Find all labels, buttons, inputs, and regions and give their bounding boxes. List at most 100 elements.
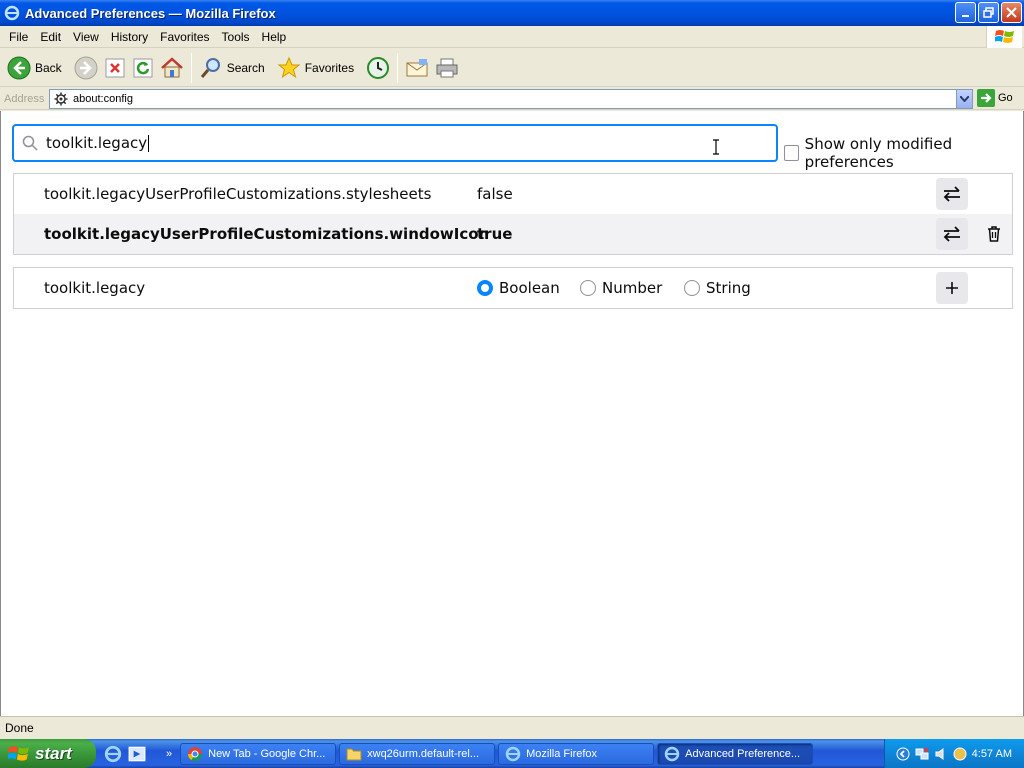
- start-label: start: [35, 743, 72, 763]
- quicklaunch-overflow-icon[interactable]: »: [166, 748, 172, 760]
- add-pref-button[interactable]: [936, 272, 968, 304]
- taskbar-item-label: New Tab - Google Chr...: [208, 747, 326, 760]
- pref-row[interactable]: toolkit.legacyUserProfileCustomizations.…: [14, 214, 1012, 254]
- restore-icon: [983, 7, 994, 18]
- ie-icon: [664, 746, 680, 761]
- menu-tools[interactable]: Tools: [216, 30, 256, 44]
- taskbar-item-active[interactable]: Advanced Preference...: [657, 742, 814, 765]
- pref-name: toolkit.legacyUserProfileCustomizations.…: [44, 225, 490, 243]
- mail-icon: [406, 58, 428, 76]
- refresh-button[interactable]: [129, 51, 157, 85]
- go-label: Go: [998, 92, 1013, 104]
- pref-value[interactable]: false: [477, 185, 513, 203]
- toggle-arrows-icon: [943, 226, 960, 242]
- search-label: Search: [226, 60, 265, 75]
- chevron-down-icon: [960, 96, 969, 102]
- menu-view[interactable]: View: [67, 30, 105, 44]
- minimize-button[interactable]: [955, 2, 976, 23]
- network-icon[interactable]: [915, 746, 929, 761]
- volume-icon[interactable]: [934, 747, 948, 761]
- menu-file[interactable]: File: [3, 30, 34, 44]
- ie-icon: [4, 5, 20, 21]
- taskbar-item-label: Advanced Preference...: [685, 747, 801, 760]
- mail-button[interactable]: [402, 51, 432, 85]
- radio-button[interactable]: [684, 280, 700, 296]
- print-button[interactable]: [432, 51, 462, 85]
- menu-help[interactable]: Help: [256, 30, 293, 44]
- taskbar-item[interactable]: xwq26urm.default-rel...: [339, 742, 496, 765]
- title-bar: Advanced Preferences — Mozilla Firefox: [0, 0, 1024, 26]
- new-pref-row: toolkit.legacy Boolean Number String: [13, 267, 1013, 309]
- status-bar: Done: [0, 716, 1024, 739]
- radio-button[interactable]: [477, 280, 493, 296]
- menu-favorites[interactable]: Favorites: [154, 30, 215, 44]
- reset-button[interactable]: [978, 218, 1010, 250]
- stop-button[interactable]: [101, 51, 129, 85]
- taskbar-item[interactable]: Mozilla Firefox: [498, 742, 655, 765]
- type-radio-string[interactable]: String: [684, 279, 751, 297]
- chrome-icon: [188, 746, 203, 761]
- tray-expand-icon[interactable]: [896, 747, 910, 761]
- address-bar: Address about:config Go: [0, 88, 1024, 110]
- address-url: about:config: [73, 93, 133, 105]
- toggle-button[interactable]: [936, 218, 968, 250]
- taskbar-item[interactable]: New Tab - Google Chr...: [180, 742, 337, 765]
- go-arrow-icon: [977, 89, 995, 107]
- windows-flag-icon: [994, 30, 1014, 43]
- menu-bar: File Edit View History Favorites Tools H…: [0, 26, 1024, 48]
- home-button[interactable]: [157, 51, 187, 85]
- toolbar-separator: [190, 52, 192, 83]
- pref-value[interactable]: true: [477, 225, 512, 243]
- show-modified-label: Show only modified preferences: [804, 135, 953, 171]
- windows-flag-icon: [8, 745, 29, 761]
- system-tray: 4:57 AM: [884, 739, 1024, 768]
- type-radio-boolean[interactable]: Boolean: [477, 279, 560, 297]
- show-modified-toggle[interactable]: Show only modified preferences: [784, 135, 1023, 171]
- taskbar: start » New Tab - Google Chr... xwq26urm…: [0, 739, 1024, 768]
- stop-icon: [105, 58, 125, 77]
- media-player-icon[interactable]: [128, 745, 146, 763]
- home-icon: [160, 56, 183, 77]
- clock[interactable]: 4:57 AM: [972, 748, 1012, 760]
- history-clock-icon: [367, 56, 390, 79]
- close-icon: [1006, 7, 1017, 18]
- search-magnifier-icon: [200, 57, 220, 78]
- start-button[interactable]: start: [0, 739, 96, 768]
- close-button[interactable]: [1001, 2, 1022, 23]
- minimize-icon: [961, 14, 969, 17]
- windows-logo: [986, 26, 1022, 48]
- plus-icon: [946, 282, 958, 294]
- folder-icon: [346, 748, 362, 760]
- pref-search-value: toolkit.legacy: [46, 134, 148, 152]
- type-label: Number: [602, 279, 663, 297]
- security-icon[interactable]: [953, 747, 967, 761]
- text-caret: [148, 135, 150, 152]
- pref-row[interactable]: toolkit.legacyUserProfileCustomizations.…: [14, 174, 1012, 214]
- address-dropdown-button[interactable]: [956, 90, 972, 108]
- status-text: Done: [5, 721, 34, 735]
- show-modified-checkbox[interactable]: [784, 145, 799, 161]
- pref-name: toolkit.legacyUserProfileCustomizations.…: [44, 185, 432, 203]
- restore-button[interactable]: [978, 2, 999, 23]
- type-label: String: [706, 279, 751, 297]
- type-radio-number[interactable]: Number: [580, 279, 662, 297]
- toggle-button[interactable]: [936, 178, 968, 210]
- forward-button[interactable]: [71, 51, 101, 85]
- radio-button[interactable]: [580, 280, 596, 296]
- type-label: Boolean: [499, 279, 560, 297]
- new-pref-name: toolkit.legacy: [44, 279, 146, 297]
- menu-edit[interactable]: Edit: [34, 30, 67, 44]
- favorites-button[interactable]: Favorites: [274, 51, 363, 85]
- text-cursor-icon: [713, 139, 719, 155]
- pref-search-input[interactable]: toolkit.legacy: [12, 124, 778, 162]
- search-button[interactable]: Search: [196, 51, 274, 85]
- address-input[interactable]: about:config: [49, 89, 973, 109]
- go-button[interactable]: Go: [977, 89, 1013, 107]
- favorites-star-icon: [277, 56, 301, 78]
- ie-quicklaunch-icon[interactable]: [104, 745, 122, 763]
- toggle-arrows-icon: [943, 186, 960, 202]
- history-button[interactable]: [363, 51, 393, 85]
- menu-history[interactable]: History: [105, 30, 154, 44]
- back-label: Back: [35, 60, 62, 75]
- back-button[interactable]: Back: [4, 51, 71, 85]
